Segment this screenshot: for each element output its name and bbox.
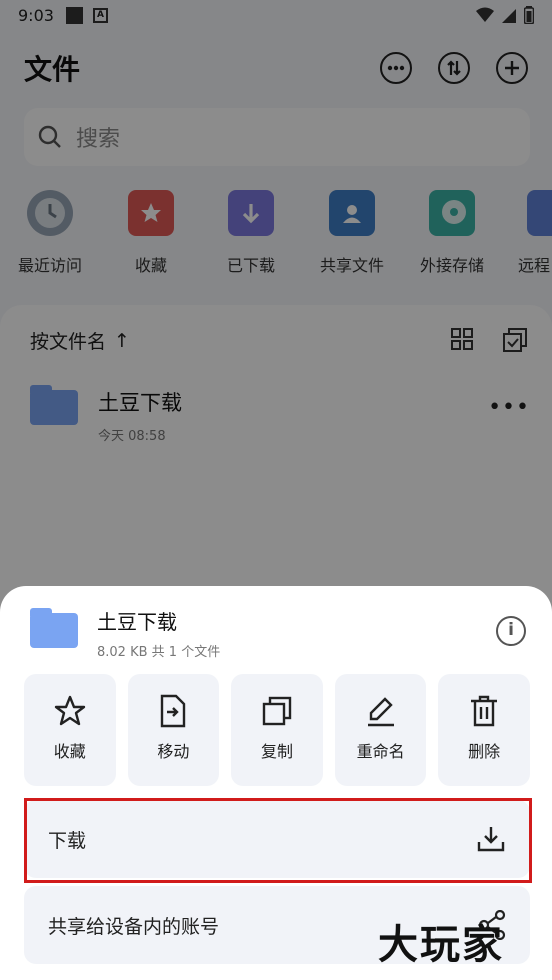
sheet-folder-info: 8.02 KB 共 1 个文件	[97, 645, 221, 660]
favorite-button[interactable]: 收藏	[24, 674, 116, 786]
rename-button[interactable]: 重命名	[334, 674, 427, 786]
action-label: 重命名	[356, 742, 405, 761]
highlight-box	[24, 798, 532, 883]
action-label: 移动	[157, 742, 190, 761]
move-icon	[161, 694, 186, 728]
star-icon	[54, 695, 85, 726]
copy-icon	[262, 696, 292, 726]
move-button[interactable]: 移动	[127, 674, 220, 786]
action-label: 复制	[260, 742, 293, 761]
action-label: 删除	[468, 742, 501, 761]
info-button[interactable]: i	[496, 616, 526, 646]
watermark: 大玩家	[378, 922, 504, 968]
action-grid: 收藏 移动 复制 重命名 删除	[24, 674, 530, 786]
delete-button[interactable]: 删除	[438, 674, 530, 786]
action-label: 收藏	[53, 742, 86, 761]
trash-icon	[471, 695, 498, 727]
copy-button[interactable]: 复制	[231, 674, 323, 786]
folder-icon	[30, 608, 78, 648]
pen-icon	[367, 697, 394, 727]
sheet-folder-name: 土豆下载	[97, 610, 177, 634]
share-label: 共享给设备内的账号	[48, 915, 220, 938]
